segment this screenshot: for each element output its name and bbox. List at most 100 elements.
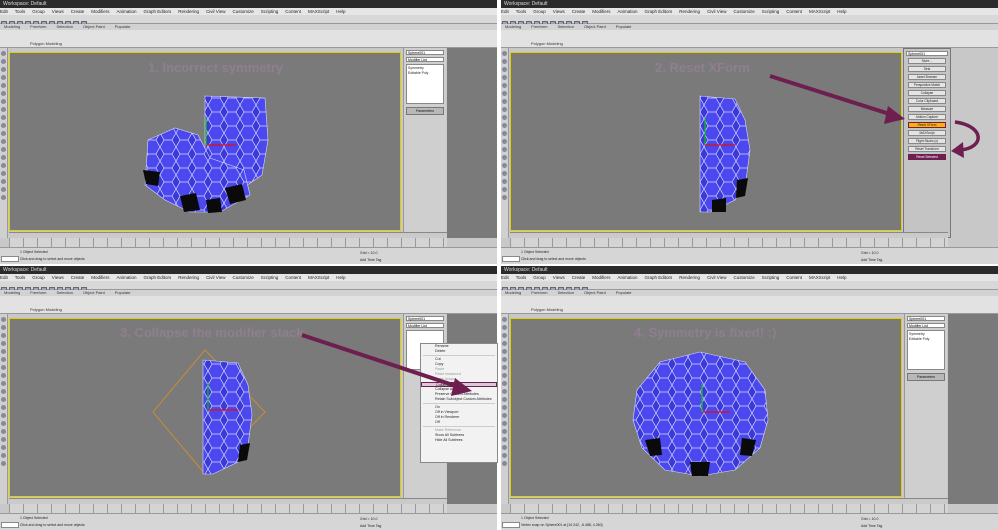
menu-item[interactable]: Scripting: [762, 275, 780, 280]
motion-capture-button[interactable]: Motion Capture: [908, 114, 946, 120]
viewport[interactable]: [9, 52, 401, 231]
viewport[interactable]: [510, 318, 902, 497]
menu-item[interactable]: Rendering: [679, 9, 700, 14]
perspective-match-button[interactable]: Perspective Match: [908, 82, 946, 88]
menu-item[interactable]: Edit: [501, 9, 509, 14]
object-name-field[interactable]: Sphere001: [907, 316, 945, 321]
flight-studio-button[interactable]: Flight Studio (c): [908, 138, 946, 144]
maxscript-listener[interactable]: [502, 256, 520, 262]
menu-item[interactable]: Customize: [232, 275, 253, 280]
maxscript-listener[interactable]: [502, 522, 520, 528]
tab-freeform[interactable]: Freeform: [531, 24, 547, 29]
add-time-tag[interactable]: Add Time Tag: [861, 258, 882, 262]
menu-hide-all-subtrees[interactable]: Hide All Subtrees: [421, 438, 497, 443]
menu-off[interactable]: Off: [421, 420, 497, 425]
menu-item[interactable]: Customize: [733, 9, 754, 14]
stack-item-editable-poly[interactable]: Editable Poly: [909, 337, 943, 342]
menu-item[interactable]: Graph Editors: [645, 9, 673, 14]
tab-selection[interactable]: Selection: [557, 24, 573, 29]
parameters-rollout[interactable]: Parameters: [406, 107, 444, 115]
add-time-tag[interactable]: Add Time Tag: [360, 258, 381, 262]
reset-selected-button[interactable]: Reset Selected: [908, 154, 946, 160]
menu-item[interactable]: Civil View: [707, 9, 726, 14]
tab-modeling[interactable]: Modeling: [4, 290, 20, 295]
menu-item[interactable]: Modifiers: [592, 9, 610, 14]
menu-item[interactable]: Rendering: [178, 9, 199, 14]
menu-item[interactable]: Tools: [15, 275, 26, 280]
menu-item[interactable]: Content: [285, 9, 301, 14]
menu-item[interactable]: Animation: [117, 275, 137, 280]
object-name-field[interactable]: Sphere001: [906, 51, 948, 56]
maxscript-listener[interactable]: [1, 256, 19, 262]
measure-button[interactable]: Measure: [908, 106, 946, 112]
menu-item[interactable]: Content: [786, 9, 802, 14]
modifier-list-dropdown[interactable]: Modifier List: [406, 323, 444, 328]
menu-item[interactable]: Tools: [15, 9, 26, 14]
menu-item[interactable]: Modifiers: [91, 275, 109, 280]
track-bar[interactable]: [510, 238, 948, 247]
menu-item[interactable]: Modifiers: [592, 275, 610, 280]
menu-item[interactable]: Help: [837, 9, 846, 14]
menu-item[interactable]: Animation: [117, 9, 137, 14]
menu-item[interactable]: Rendering: [679, 275, 700, 280]
menu-item[interactable]: Group: [533, 9, 546, 14]
menu-item[interactable]: Civil View: [707, 275, 726, 280]
tab-object-paint[interactable]: Object Paint: [584, 290, 606, 295]
reset-xform-button[interactable]: Reset XForm: [908, 122, 946, 128]
track-bar[interactable]: [510, 504, 948, 513]
menu-item[interactable]: Group: [533, 275, 546, 280]
track-bar[interactable]: [9, 238, 447, 247]
color-clipboard-button[interactable]: Color Clipboard: [908, 98, 946, 104]
menu-item[interactable]: Graph Editors: [645, 275, 673, 280]
object-name-field[interactable]: Sphere001: [406, 50, 444, 55]
maxscript-button[interactable]: MAXScript: [908, 130, 946, 136]
tab-freeform[interactable]: Freeform: [30, 24, 46, 29]
modifier-list-dropdown[interactable]: Modifier List: [907, 323, 945, 328]
menu-item[interactable]: Scripting: [762, 9, 780, 14]
menu-item[interactable]: Animation: [618, 275, 638, 280]
menu-item[interactable]: Help: [336, 275, 345, 280]
menu-item[interactable]: Customize: [232, 9, 253, 14]
menu-item[interactable]: Help: [837, 275, 846, 280]
tab-modeling[interactable]: Modeling: [505, 24, 521, 29]
menu-item[interactable]: Group: [32, 9, 45, 14]
menu-item[interactable]: MAXScript: [308, 275, 329, 280]
menu-item[interactable]: MAXScript: [809, 275, 830, 280]
menu-item[interactable]: Tools: [516, 275, 527, 280]
menu-item[interactable]: Views: [553, 275, 565, 280]
menu-item[interactable]: Customize: [733, 275, 754, 280]
tab-populate[interactable]: Populate: [115, 290, 131, 295]
tab-object-paint[interactable]: Object Paint: [584, 24, 606, 29]
tab-modeling[interactable]: Modeling: [505, 290, 521, 295]
sets-button[interactable]: Sets: [908, 66, 946, 72]
menu-item[interactable]: Group: [32, 275, 45, 280]
tab-object-paint[interactable]: Object Paint: [83, 24, 105, 29]
tab-freeform[interactable]: Freeform: [531, 290, 547, 295]
asset-browser-button[interactable]: Asset Browser: [908, 74, 946, 80]
menu-item[interactable]: Help: [336, 9, 345, 14]
menu-item[interactable]: Scripting: [261, 9, 279, 14]
menu-item[interactable]: Edit: [0, 9, 8, 14]
menu-item[interactable]: Content: [786, 275, 802, 280]
tab-selection[interactable]: Selection: [56, 24, 72, 29]
menu-item[interactable]: Edit: [501, 275, 509, 280]
tab-object-paint[interactable]: Object Paint: [83, 290, 105, 295]
menu-item[interactable]: Create: [71, 275, 85, 280]
menu-item[interactable]: Edit: [0, 275, 8, 280]
object-name-field[interactable]: Sphere001: [406, 316, 444, 321]
menu-item[interactable]: Rendering: [178, 275, 199, 280]
collapse-button[interactable]: Collapse: [908, 90, 946, 96]
tab-populate[interactable]: Populate: [115, 24, 131, 29]
parameters-rollout[interactable]: Parameters: [907, 373, 945, 381]
menu-item[interactable]: MAXScript: [809, 9, 830, 14]
menu-item[interactable]: Create: [572, 275, 586, 280]
menu-item[interactable]: Tools: [516, 9, 527, 14]
menu-item[interactable]: Views: [52, 9, 64, 14]
menu-item[interactable]: Create: [572, 9, 586, 14]
tab-modeling[interactable]: Modeling: [4, 24, 20, 29]
add-time-tag[interactable]: Add Time Tag: [360, 524, 381, 528]
viewport[interactable]: [9, 318, 401, 497]
menu-item[interactable]: Views: [52, 275, 64, 280]
menu-item[interactable]: Content: [285, 275, 301, 280]
menu-item[interactable]: MAXScript: [308, 9, 329, 14]
